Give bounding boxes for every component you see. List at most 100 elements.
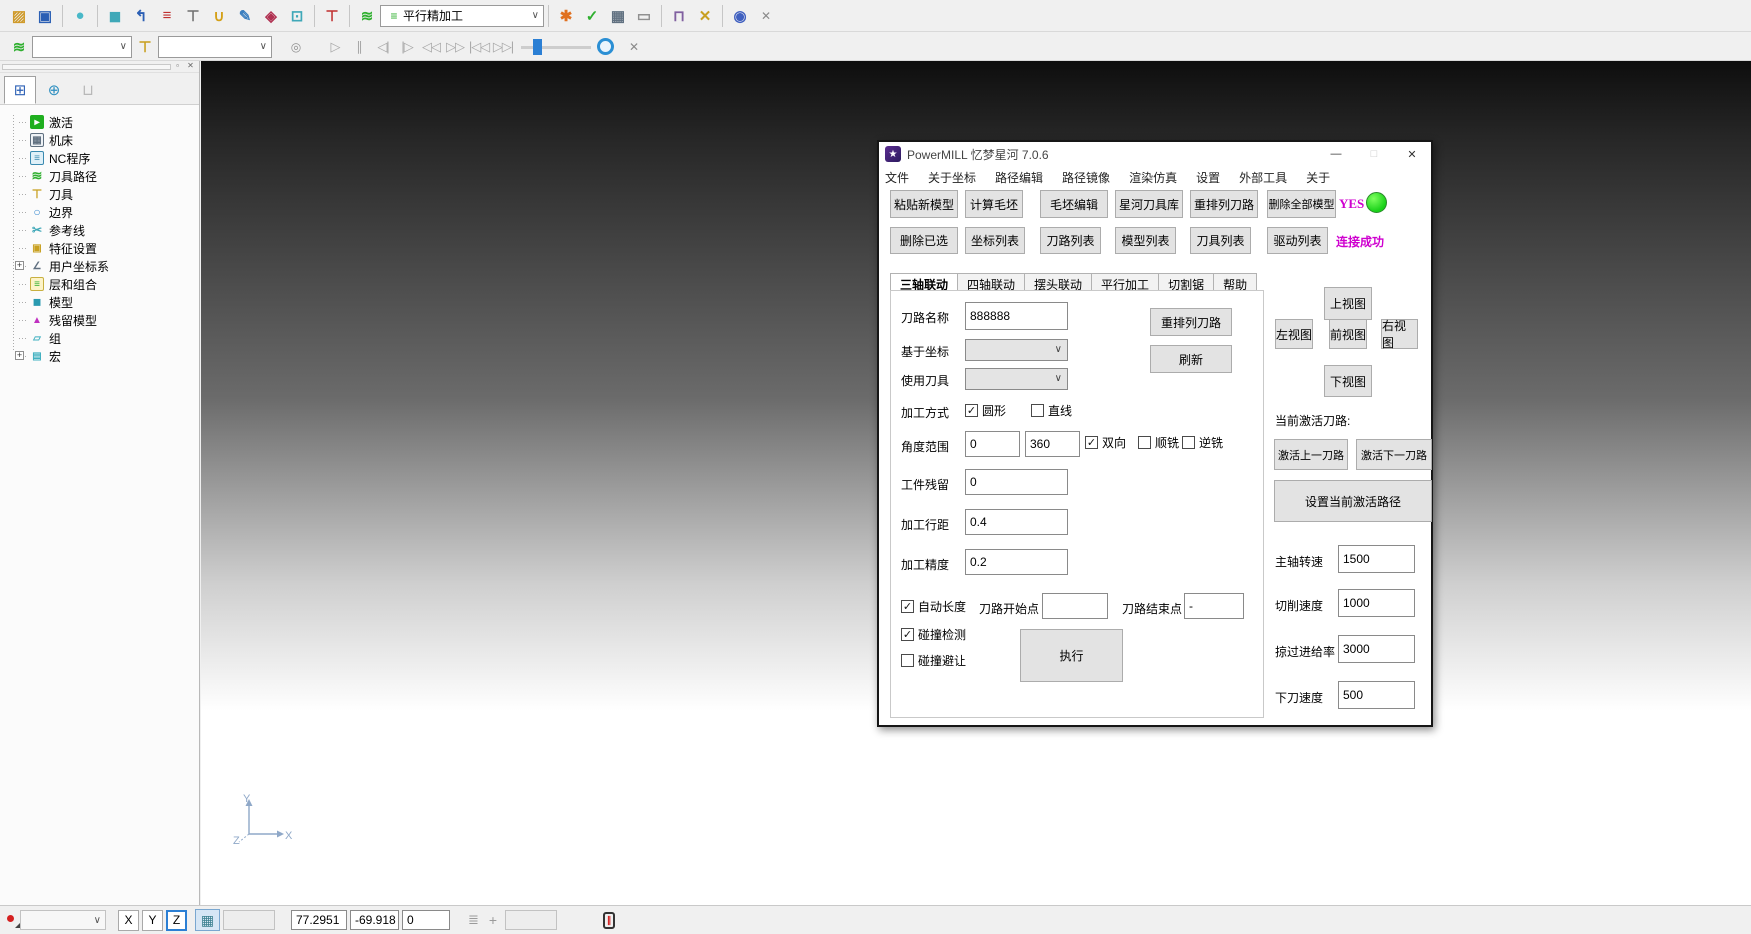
menu-coords[interactable]: 关于坐标 bbox=[928, 169, 976, 186]
angle-to-input[interactable] bbox=[1025, 431, 1080, 457]
view-front-button[interactable]: 前视图 bbox=[1329, 319, 1367, 349]
sim-toolpath-icon[interactable]: ≋ bbox=[7, 35, 31, 59]
activate-next-button[interactable]: 激活下一刀路 bbox=[1356, 439, 1432, 470]
toolpath-arrow-icon[interactable]: ↰ bbox=[129, 4, 153, 28]
tab-4axis[interactable]: 四轴联动 bbox=[958, 273, 1025, 291]
tool-icon[interactable]: ⊤ bbox=[181, 4, 205, 28]
strategy-dropdown[interactable]: ≡ 平行精加工 ∨ bbox=[380, 5, 544, 27]
dialog-titlebar[interactable]: ★ PowerMILL 忆梦星河 7.0.6 — □ ✕ bbox=[879, 142, 1431, 166]
checkbox-unchecked-icon[interactable] bbox=[1031, 404, 1044, 417]
tree-item-boundaries[interactable]: ○ 边界 bbox=[6, 203, 199, 221]
view-top-button[interactable]: 上视图 bbox=[1324, 287, 1372, 320]
block-icon[interactable]: ◼ bbox=[103, 4, 127, 28]
menu-about[interactable]: 关于 bbox=[1306, 169, 1330, 186]
stock-cylinders-icon[interactable]: ◉ bbox=[728, 4, 752, 28]
save-icon[interactable]: ▣ bbox=[33, 4, 57, 28]
calc-block-button[interactable]: 计算毛坯 bbox=[965, 190, 1023, 218]
tree-item-stock-models[interactable]: ▲ 残留模型 bbox=[6, 311, 199, 329]
auto-length-checkbox[interactable]: ✓ 自动长度 bbox=[901, 598, 966, 615]
end-point-input[interactable] bbox=[1184, 593, 1244, 619]
tree-item-models[interactable]: ◼ 模型 bbox=[6, 293, 199, 311]
status-extra-field[interactable] bbox=[505, 910, 557, 930]
axis-z-button[interactable]: Z bbox=[166, 910, 187, 931]
start-point-input[interactable] bbox=[1042, 593, 1108, 619]
skim-feed-input[interactable] bbox=[1338, 635, 1415, 663]
tab-explorer-tree[interactable]: ⊞ bbox=[4, 76, 36, 104]
marker-color-button[interactable] bbox=[4, 912, 20, 928]
delete-selected-button[interactable]: 删除已选 bbox=[890, 227, 958, 254]
toolpath-name-input[interactable] bbox=[965, 302, 1068, 330]
device-pause-icon[interactable]: ∥ bbox=[603, 912, 615, 929]
execute-button[interactable]: 执行 bbox=[1020, 629, 1123, 682]
delete-all-models-button[interactable]: 删除全部模型 bbox=[1267, 190, 1336, 218]
jog-axis-icon[interactable]: + bbox=[489, 912, 497, 928]
sphere-icon[interactable]: ● bbox=[68, 4, 92, 28]
paste-new-model-button[interactable]: 粘贴新模型 bbox=[890, 190, 958, 218]
float-panel-icon[interactable]: ▫ bbox=[171, 61, 184, 72]
checkbox-unchecked-icon[interactable] bbox=[1138, 436, 1151, 449]
to-start-icon[interactable]: |◁◁ bbox=[467, 39, 491, 55]
rewind-icon[interactable]: ◁◁ bbox=[419, 39, 443, 55]
step-forward-icon[interactable]: |▷ bbox=[395, 39, 419, 55]
menu-path-mirror[interactable]: 路径镜像 bbox=[1062, 169, 1110, 186]
rearrange-button[interactable]: 重排列刀路 bbox=[1150, 308, 1232, 336]
drive-list-button[interactable]: 驱动列表 bbox=[1267, 227, 1328, 254]
transform-icon[interactable]: ✕ bbox=[693, 4, 717, 28]
coordinate-x-field[interactable]: 77.2951 bbox=[291, 910, 347, 930]
toolbar-close-icon[interactable]: ✕ bbox=[754, 4, 778, 28]
model-list-button[interactable]: 模型列表 bbox=[1115, 227, 1176, 254]
axis-y-button[interactable]: Y bbox=[142, 910, 163, 931]
tree-item-macros[interactable]: + ▤ 宏 bbox=[6, 347, 199, 365]
sim-tool-dropdown[interactable]: ∨ bbox=[158, 36, 272, 58]
expander-plus-icon[interactable]: + bbox=[15, 261, 24, 270]
view-right-button[interactable]: 右视图 bbox=[1381, 319, 1418, 349]
xyz-list-icon[interactable]: ≣ bbox=[468, 912, 479, 928]
maximize-icon[interactable]: □ bbox=[1355, 142, 1393, 166]
tree-item-patterns[interactable]: ✂ 参考线 bbox=[6, 221, 199, 239]
menu-settings[interactable]: 设置 bbox=[1196, 169, 1220, 186]
tree-item-activate[interactable]: ▸ 激活 bbox=[6, 113, 199, 131]
sim-toolpath-dropdown[interactable]: ∨ bbox=[32, 36, 132, 58]
activate-prev-button[interactable]: 激活上一刀路 bbox=[1274, 439, 1348, 470]
tree-item-workplanes[interactable]: + ∠ 用户坐标系 bbox=[6, 257, 199, 275]
stepover-input[interactable] bbox=[965, 509, 1068, 535]
tool-arc-icon[interactable]: ⊤ bbox=[320, 4, 344, 28]
refresh-button[interactable]: 刷新 bbox=[1150, 345, 1232, 373]
checkbox-unchecked-icon[interactable] bbox=[1182, 436, 1195, 449]
panel-grip[interactable]: ▫ ✕ bbox=[0, 61, 199, 73]
coord-base-select[interactable]: ∨ bbox=[965, 339, 1068, 361]
toolpath-spring-icon[interactable]: ≋ bbox=[355, 4, 379, 28]
checkbox-checked-icon[interactable]: ✓ bbox=[965, 404, 978, 417]
use-tool-select[interactable]: ∨ bbox=[965, 368, 1068, 390]
close-panel-icon[interactable]: ✕ bbox=[184, 61, 197, 72]
points-icon[interactable]: ◈ bbox=[259, 4, 283, 28]
lamp-icon[interactable]: ◎ bbox=[284, 35, 308, 59]
status-dropdown[interactable]: ∨ bbox=[20, 910, 106, 930]
menu-external-tools[interactable]: 外部工具 bbox=[1239, 169, 1287, 186]
collision-avoid-checkbox[interactable]: 碰撞避让 bbox=[901, 652, 966, 669]
climb-checkbox[interactable]: 顺铣 bbox=[1138, 434, 1179, 451]
tree-item-groups[interactable]: ▱ 组 bbox=[6, 329, 199, 347]
tab-parallel[interactable]: 平行加工 bbox=[1092, 273, 1159, 291]
edit-pencil-icon[interactable]: ✎ bbox=[233, 4, 257, 28]
expander-plus-icon[interactable]: + bbox=[15, 351, 24, 360]
slider-thumb[interactable] bbox=[533, 39, 542, 55]
sim-toolbar-close-icon[interactable]: ✕ bbox=[622, 35, 646, 59]
sim-tool-icon[interactable]: ⊤ bbox=[133, 35, 157, 59]
play-icon[interactable]: ▷ bbox=[323, 39, 347, 55]
tool-pair-icon[interactable]: ⊓ bbox=[667, 4, 691, 28]
tool-verify-icon[interactable]: ✓ bbox=[580, 4, 604, 28]
view-bottom-button[interactable]: 下视图 bbox=[1324, 365, 1372, 397]
minimize-icon[interactable]: — bbox=[1317, 142, 1355, 166]
coordinate-y-field[interactable]: -69.918 bbox=[350, 910, 399, 930]
tool-library-button[interactable]: 星河刀具库 bbox=[1115, 190, 1183, 218]
checkbox-checked-icon[interactable]: ✓ bbox=[901, 600, 914, 613]
tree-item-levels[interactable]: ≡ 层和组合 bbox=[6, 275, 199, 293]
toolpath-list-button[interactable]: 刀路列表 bbox=[1040, 227, 1101, 254]
stock-remain-input[interactable] bbox=[965, 469, 1068, 495]
cutting-speed-input[interactable] bbox=[1338, 589, 1415, 617]
ruler-icon[interactable]: ▭ bbox=[632, 4, 656, 28]
menu-path-edit[interactable]: 路径编辑 bbox=[995, 169, 1043, 186]
calculator-icon[interactable]: ▦ bbox=[606, 4, 630, 28]
checkbox-unchecked-icon[interactable] bbox=[901, 654, 914, 667]
